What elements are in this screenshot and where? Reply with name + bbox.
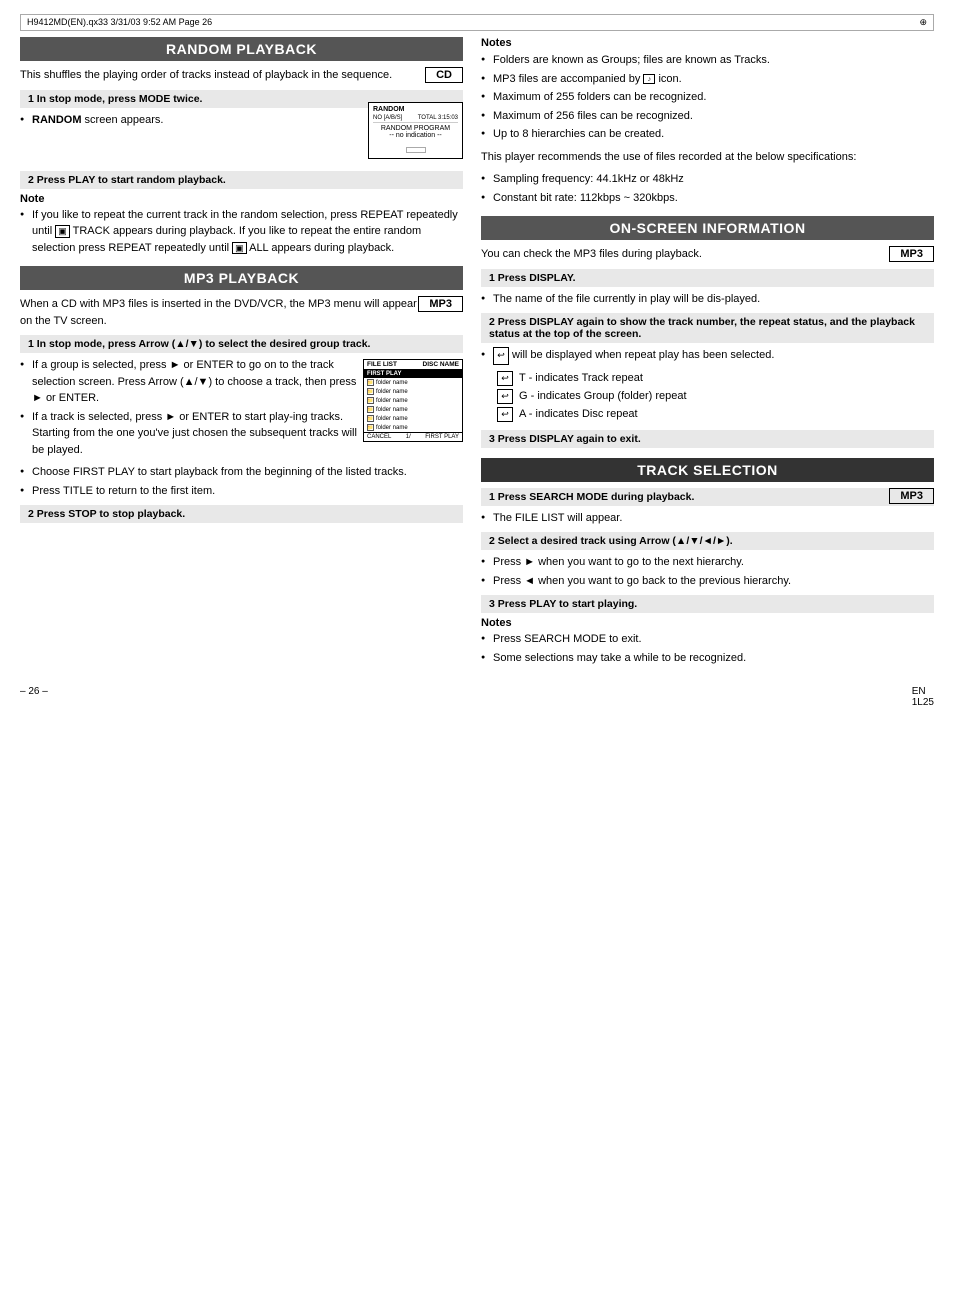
onscreen-step1: 1 Press DISPLAY.	[481, 269, 934, 287]
onscreen-step3: 3 Press DISPLAY again to exit.	[481, 430, 934, 448]
cd-badge: CD	[425, 67, 463, 83]
onscreen-section: ON-SCREEN INFORMATION MP3 You can check …	[481, 216, 934, 448]
mp3-bullet-2: If a track is selected, press ► or ENTER…	[20, 409, 463, 459]
notes-specs: Sampling frequency: 44.1kHz or 48kHz Con…	[481, 171, 934, 206]
mp3-bullet-1: If a group is selected, press ► or ENTER…	[20, 357, 463, 407]
track-bullet-3: Press ◄ when you want to go back to the …	[481, 573, 934, 590]
top-bar-text: H9412MD(EN).qx33 3/31/03 9:52 AM Page 26	[27, 17, 212, 28]
repeat-icon: ↩	[493, 347, 509, 365]
onscreen-bullet-2: ↩ will be displayed when repeat play has…	[481, 347, 934, 365]
mp3-bullet-4: Press TITLE to return to the first item.	[20, 483, 463, 500]
track-note-1: Press SEARCH MODE to exit.	[481, 631, 934, 648]
repeat-icon-A: ↩	[497, 407, 513, 422]
track-step1-bullets: The FILE LIST will appear.	[481, 510, 934, 527]
note-7: Constant bit rate: 112kbps ~ 320kbps.	[481, 190, 934, 207]
mp3-bullet-3: Choose FIRST PLAY to start playback from…	[20, 464, 463, 481]
mp3-badge-left: MP3	[418, 296, 463, 312]
track-notes-label: Notes	[481, 617, 934, 629]
track-notes-bullets: Press SEARCH MODE to exit. Some selectio…	[481, 631, 934, 666]
random-playback-section: RANDOM PLAYBACK CD This shuffles the pla…	[20, 37, 463, 256]
random-note-label: Note	[20, 193, 463, 205]
random-step1-bullets: RANDOM screen appears.	[20, 112, 463, 129]
random-playback-header: RANDOM PLAYBACK	[20, 37, 463, 61]
footer-page-num: – 26 –	[20, 686, 48, 708]
repeat-row-T: ↩ T - indicates Track repeat	[497, 371, 934, 386]
track-note-2: Some selections may take a while to be r…	[481, 650, 934, 667]
random-step2: 2 Press PLAY to start random playback.	[20, 171, 463, 189]
random-screen-mockup: RANDOM NO [A/B/S] TOTAL 3:15:03 RANDOM P…	[368, 102, 463, 159]
onscreen-step2-bullets: ↩ will be displayed when repeat play has…	[481, 347, 934, 365]
page-footer: – 26 – EN1L25	[0, 682, 954, 708]
mp3-playback-section: MP3 PLAYBACK MP3 When a CD with MP3 file…	[20, 266, 463, 523]
page-wrapper: H9412MD(EN).qx33 3/31/03 9:52 AM Page 26…	[0, 0, 954, 1306]
bullet-random-screen: RANDOM screen appears.	[20, 112, 463, 129]
left-column: RANDOM PLAYBACK CD This shuffles the pla…	[20, 37, 477, 672]
track-step2-bullets: Press ► when you want to go to the next …	[481, 554, 934, 589]
notes-title: Notes	[481, 37, 934, 49]
onscreen-step1-bullets: The name of the file currently in play w…	[481, 291, 934, 308]
repeat-icon-T: ↩	[497, 371, 513, 386]
footer-code: EN1L25	[912, 686, 934, 708]
repeat-label-A: A - indicates Disc repeat	[519, 408, 638, 420]
track-step1: 1 Press SEARCH MODE during playback.	[481, 488, 934, 506]
random-note-1: If you like to repeat the current track …	[20, 207, 463, 257]
track-step3: 3 Press PLAY to start playing.	[481, 595, 934, 613]
note-5: Up to 8 hierarchies can be created.	[481, 126, 934, 143]
mp3-playback-header: MP3 PLAYBACK	[20, 266, 463, 290]
note-6: Sampling frequency: 44.1kHz or 48kHz	[481, 171, 934, 188]
mp3-badge-onscreen: MP3	[889, 246, 934, 262]
top-bar: H9412MD(EN).qx33 3/31/03 9:52 AM Page 26…	[20, 14, 934, 31]
mp3-intro: When a CD with MP3 files is inserted in …	[20, 296, 463, 329]
track-bullet-1: The FILE LIST will appear.	[481, 510, 934, 527]
note-3: Maximum of 255 folders can be recognized…	[481, 89, 934, 106]
notes-rec-text: This player recommends the use of files …	[481, 149, 934, 166]
right-column: Notes Folders are known as Groups; files…	[477, 37, 934, 672]
random-intro: This shuffles the playing order of track…	[20, 67, 463, 84]
mp3-step1-bullets-2: Choose FIRST PLAY to start playback from…	[20, 464, 463, 499]
music-icon: ♪	[643, 74, 655, 84]
mp3-badge-track: MP3	[889, 488, 934, 504]
track-selection-section: TRACK SELECTION MP3 1 Press SEARCH MODE …	[481, 458, 934, 667]
track-bullet-2: Press ► when you want to go to the next …	[481, 554, 934, 571]
onscreen-header: ON-SCREEN INFORMATION	[481, 216, 934, 240]
repeat-label-T: T - indicates Track repeat	[519, 372, 643, 384]
random-step1-content: RANDOM NO [A/B/S] TOTAL 3:15:03 RANDOM P…	[20, 112, 463, 165]
track-selection-header: TRACK SELECTION	[481, 458, 934, 482]
top-bar-crosshair: ⊕	[919, 17, 927, 28]
mp3-step2: 2 Press STOP to stop playback.	[20, 505, 463, 523]
note-1: Folders are known as Groups; files are k…	[481, 52, 934, 69]
onscreen-intro: You can check the MP3 files during playb…	[481, 246, 934, 263]
repeat-row-G: ↩ G - indicates Group (folder) repeat	[497, 389, 934, 404]
note-4: Maximum of 256 files can be recognized.	[481, 108, 934, 125]
random-notes: If you like to repeat the current track …	[20, 207, 463, 257]
repeat-label-G: G - indicates Group (folder) repeat	[519, 390, 687, 402]
onscreen-bullet-1: The name of the file currently in play w…	[481, 291, 934, 308]
onscreen-step2: 2 Press DISPLAY again to show the track …	[481, 313, 934, 343]
mp3-step1-content: FILE LIST DISC NAME FIRST PLAY 📁folder n…	[20, 357, 463, 464]
repeat-row-A: ↩ A - indicates Disc repeat	[497, 407, 934, 422]
note-2: MP3 files are accompanied by ♪ icon.	[481, 71, 934, 88]
notes-bullets: Folders are known as Groups; files are k…	[481, 52, 934, 143]
mp3-step1: 1 In stop mode, press Arrow (▲/▼) to sel…	[20, 335, 463, 353]
main-columns: RANDOM PLAYBACK CD This shuffles the pla…	[0, 37, 954, 672]
repeat-icon-G: ↩	[497, 389, 513, 404]
notes-section: Notes Folders are known as Groups; files…	[481, 37, 934, 206]
track-step2: 2 Select a desired track using Arrow (▲/…	[481, 532, 934, 550]
